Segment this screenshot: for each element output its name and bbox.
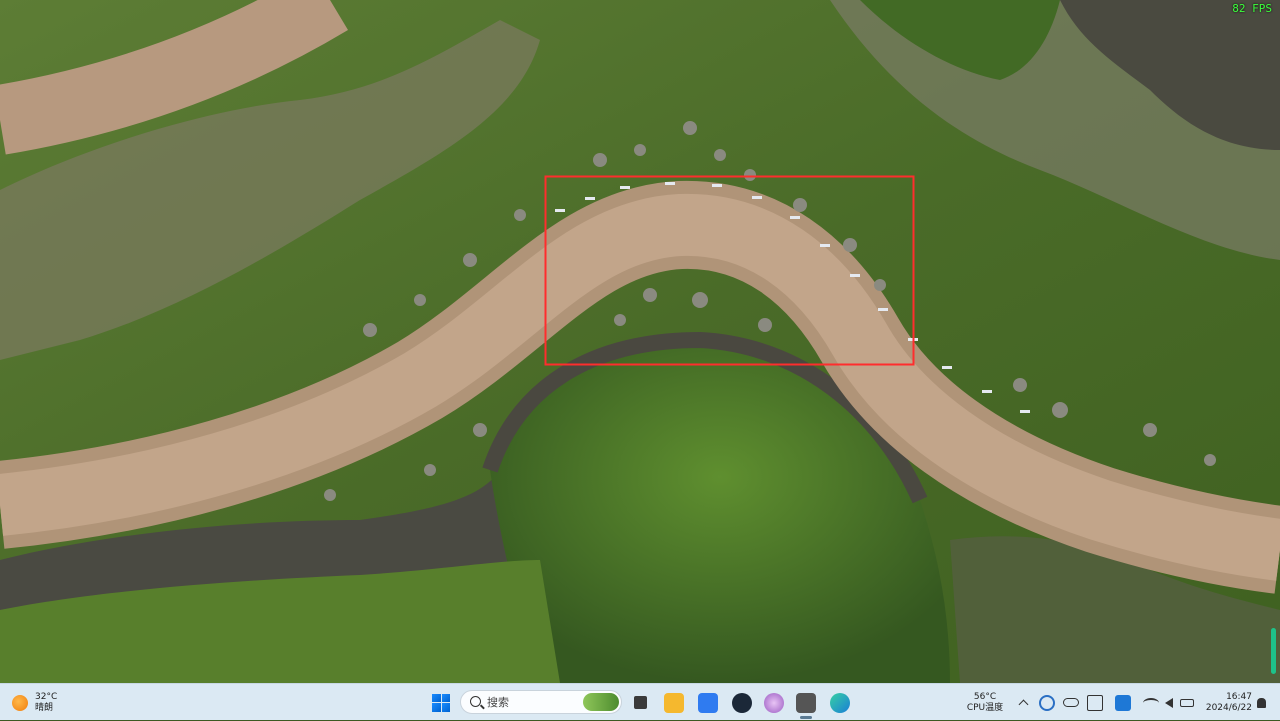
weather-temperature: 32°C (35, 691, 58, 702)
taskbar-app-feishu[interactable] (696, 684, 720, 721)
chevron-up-icon (1018, 699, 1028, 710)
taskbar-app-file-explorer[interactable] (662, 684, 686, 721)
bird-icon (698, 692, 718, 713)
weather-widget[interactable]: 32°C 晴朗 (12, 684, 57, 721)
cpu-temperature-widget[interactable]: 56°C CPU温度 (960, 684, 1010, 721)
clock-date: 2024/6/22 (1205, 702, 1252, 713)
wifi-icon (1143, 697, 1159, 708)
search-placeholder: 搜索 (487, 696, 509, 709)
tray-wifi-icon[interactable] (1142, 684, 1160, 721)
taskbar: 32°C 晴朗 搜索 56°C CPU温度 16:47 2024/6/22 (0, 683, 1280, 720)
tray-sync-icon[interactable] (1038, 684, 1056, 721)
tray-volume-icon[interactable] (1160, 684, 1178, 721)
show-hidden-icons-button[interactable] (1016, 684, 1030, 721)
active-indicator (800, 716, 812, 719)
taskbar-app-game[interactable] (794, 684, 818, 721)
search-icon (470, 695, 481, 707)
folder-icon (664, 692, 684, 713)
search-box[interactable]: 搜索 (460, 690, 622, 714)
system-clock[interactable]: 16:47 2024/6/22 (1198, 684, 1252, 721)
weather-condition: 晴朗 (35, 702, 54, 713)
bell-icon (1256, 697, 1266, 708)
notification-button[interactable] (1254, 684, 1268, 721)
tray-cloud-icon[interactable] (1062, 684, 1080, 721)
orb-icon (764, 692, 784, 713)
side-indicator (1271, 628, 1276, 674)
clock-time: 16:47 (1226, 691, 1252, 702)
tray-app-icon[interactable] (1114, 684, 1132, 721)
taskbar-app-steam[interactable] (730, 684, 754, 721)
battery-icon (1180, 698, 1194, 707)
cpu-label: CPU温度 (966, 702, 1004, 713)
steam-icon (732, 692, 752, 713)
taskbar-app-purple[interactable] (762, 684, 786, 721)
fps-counter: 82 FPS (1232, 2, 1272, 15)
edge-icon (830, 692, 850, 713)
taskbar-app-edge[interactable] (828, 684, 852, 721)
windows-logo-icon (432, 693, 450, 712)
sun-icon (12, 694, 28, 711)
start-button[interactable] (430, 684, 452, 721)
cloud-icon (1063, 698, 1079, 707)
input-method-icon (1087, 694, 1103, 711)
game-icon (796, 692, 816, 713)
sync-icon (1039, 694, 1055, 711)
taskbar-app-task-view[interactable] (628, 684, 652, 721)
search-highlight-icon (583, 693, 619, 711)
terrain-scene (0, 0, 1280, 683)
tray-ime-icon[interactable] (1086, 684, 1104, 721)
task-view-icon (633, 696, 647, 709)
volume-icon (1165, 697, 1173, 708)
cpu-temperature: 56°C (973, 691, 997, 702)
app-tray-icon (1115, 694, 1131, 711)
game-viewport[interactable]: 82 FPS (0, 0, 1280, 683)
tray-battery-icon[interactable] (1178, 684, 1196, 721)
